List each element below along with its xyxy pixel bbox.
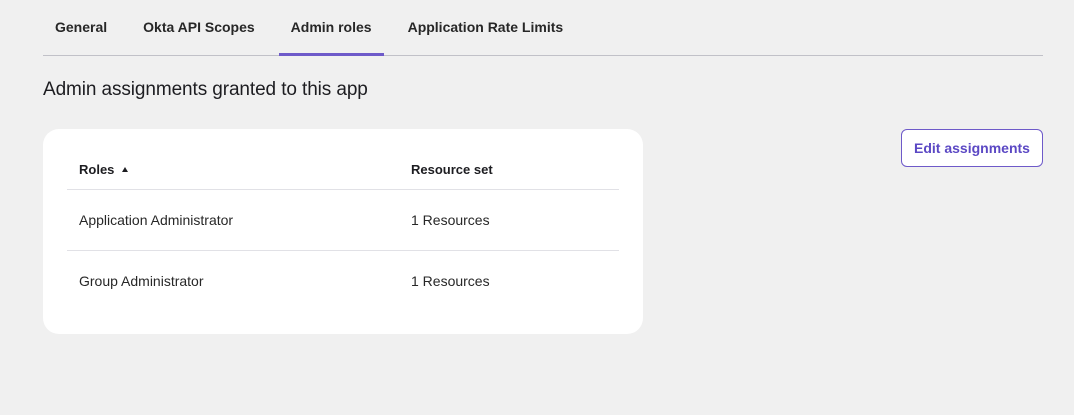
tab-general[interactable]: General [43, 0, 119, 55]
tab-label: Application Rate Limits [407, 19, 564, 35]
tab-label: Okta API Scopes [143, 19, 255, 35]
table-header: Roles Resource set [67, 150, 619, 190]
roles-header-label: Roles [79, 162, 115, 177]
tab-label: Admin roles [290, 19, 372, 35]
tab-application-rate-limits[interactable]: Application Rate Limits [396, 0, 576, 55]
resource-cell: 1 Resources [411, 272, 490, 289]
resource-set-column-header: Resource set [411, 162, 493, 177]
assignments-card: Roles Resource set Application Administr… [43, 129, 643, 334]
tab-okta-api-scopes[interactable]: Okta API Scopes [131, 0, 267, 55]
sort-ascending-icon[interactable] [122, 167, 129, 172]
tab-bar: General Okta API Scopes Admin roles Appl… [43, 0, 1043, 56]
admin-roles-page: General Okta API Scopes Admin roles Appl… [0, 0, 1074, 415]
role-cell: Application Administrator [79, 212, 234, 228]
assignments-table: Roles Resource set Application Administr… [67, 150, 619, 310]
tab-admin-roles[interactable]: Admin roles [278, 0, 384, 56]
section-title: Admin assignments granted to this app [43, 79, 368, 100]
resource-cell: 1 Resources [411, 212, 490, 228]
edit-assignments-button[interactable]: Edit assignments [901, 129, 1043, 167]
table-row: Application Administrator 1 Resources [67, 190, 619, 250]
table-row: Group Administrator 1 Resources [67, 250, 619, 310]
tab-label: General [55, 19, 108, 35]
role-cell: Group Administrator [79, 272, 204, 289]
roles-column-header[interactable]: Roles [67, 162, 399, 177]
